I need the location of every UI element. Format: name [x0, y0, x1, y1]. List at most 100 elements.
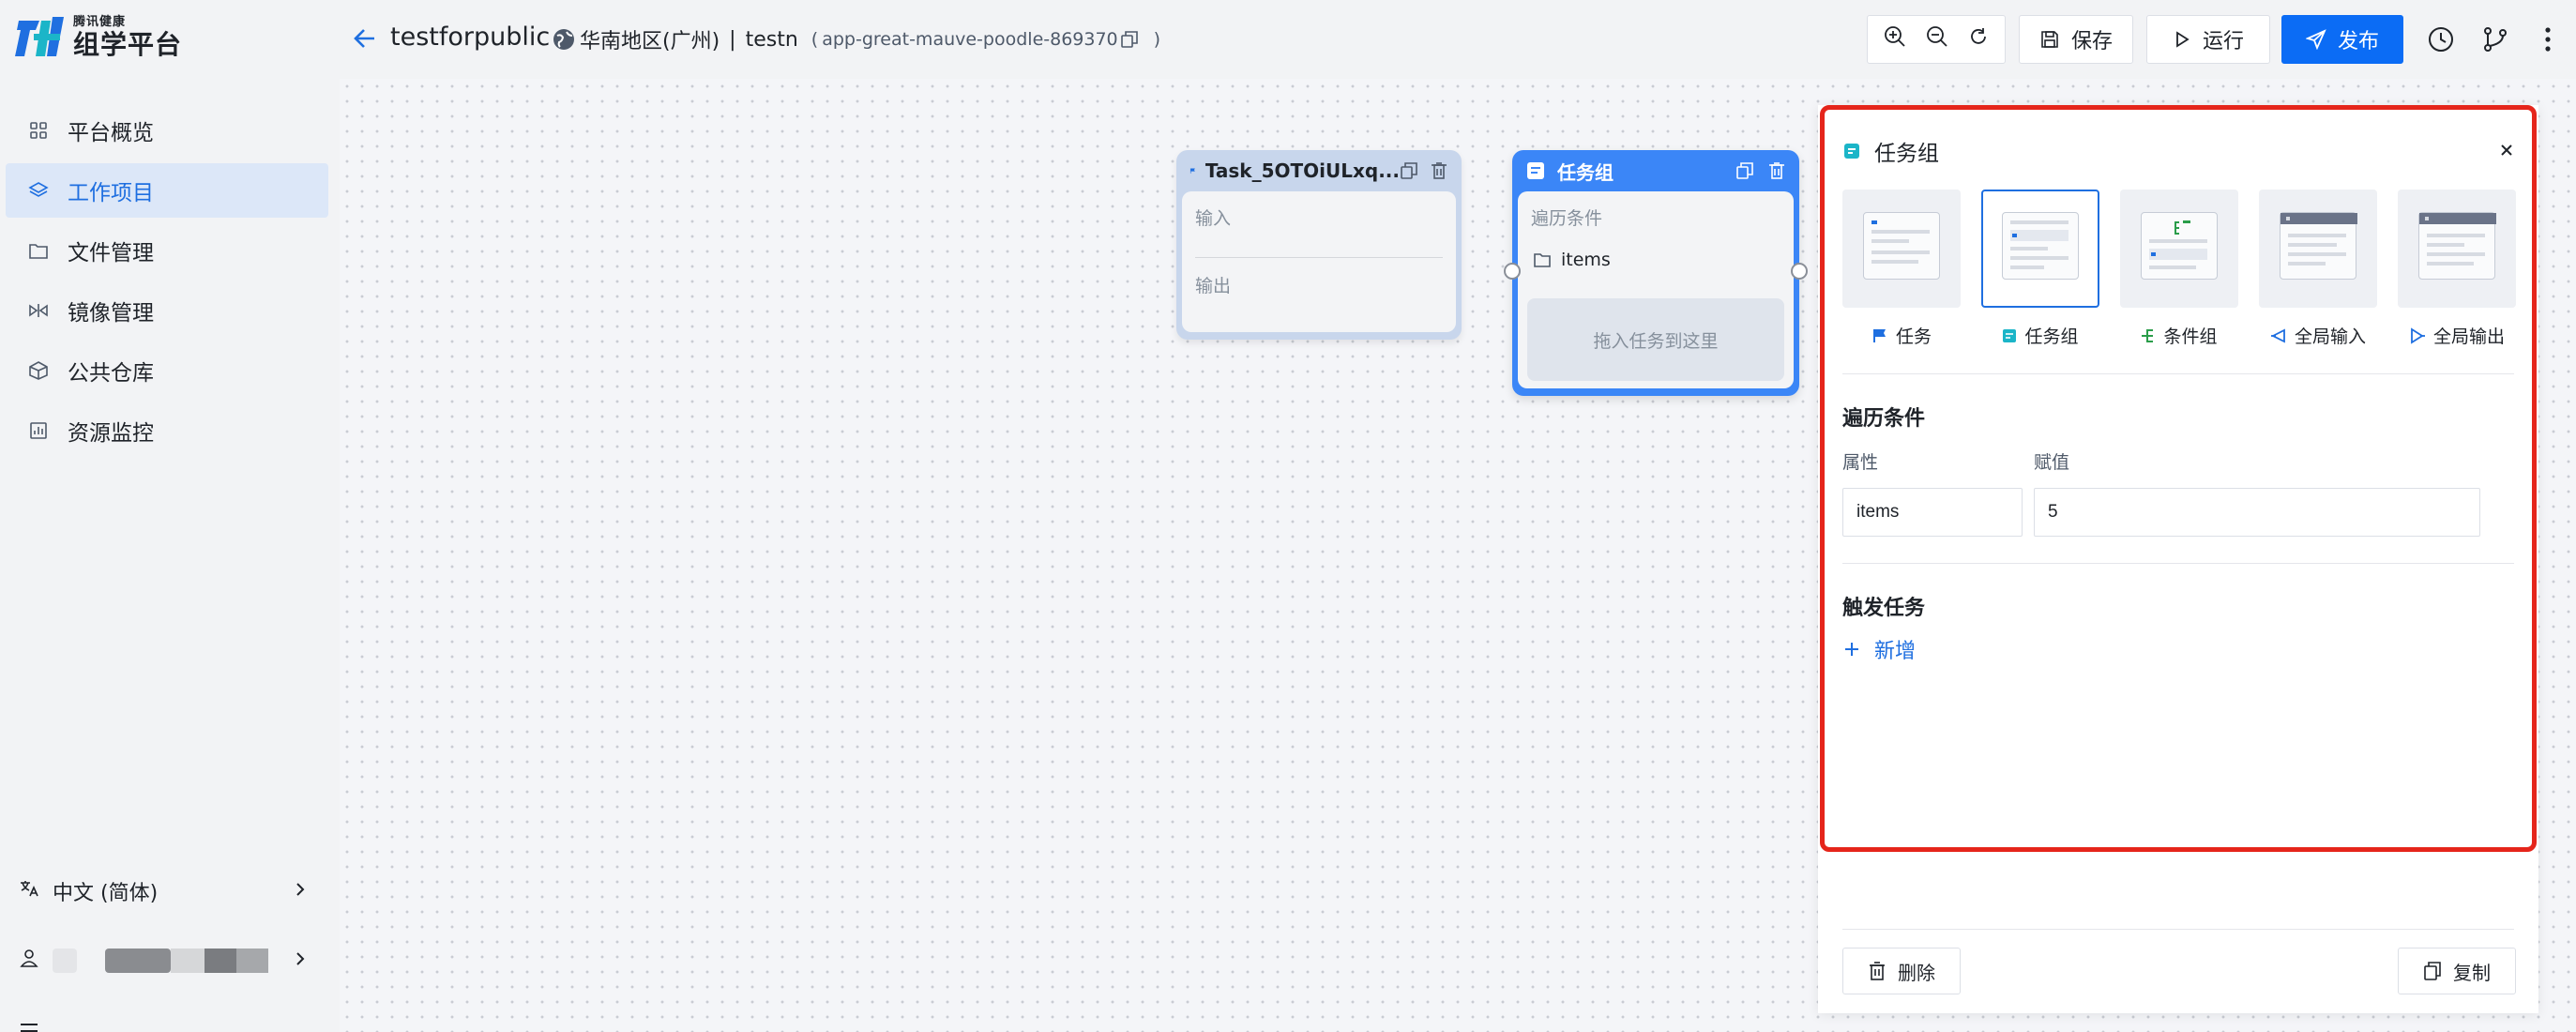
sidebar-nav: 平台概览 工作项目 文件管理 镜像管理 公共仓库 资源监控	[6, 103, 328, 463]
type-label-text: 任务	[1895, 326, 1932, 347]
project-title: testforpublic	[390, 23, 551, 52]
type-card-task[interactable]	[1842, 190, 1961, 308]
global-input-icon	[2270, 328, 2285, 342]
sidebar-item-images[interactable]: 镜像管理	[6, 283, 328, 338]
delete-button[interactable]: 删除	[1842, 948, 1961, 994]
cube-icon	[28, 360, 49, 381]
chevron-right-icon	[295, 880, 306, 903]
task-node-header: Task_5OTOiULxq...	[1176, 150, 1462, 191]
send-icon	[2305, 29, 2326, 50]
sidebar-item-monitor[interactable]: 资源监控	[6, 403, 328, 458]
sidebar-item-projects[interactable]: 工作项目	[6, 163, 328, 218]
type-card-group[interactable]	[1981, 190, 2099, 308]
publish-button[interactable]: 发布	[2281, 15, 2403, 64]
folder-icon	[1534, 253, 1551, 267]
type-thumbnail	[2141, 212, 2218, 280]
global-output-icon	[2411, 326, 2425, 344]
run-button[interactable]: 运行	[2146, 15, 2270, 64]
add-trigger-button[interactable]: 新增	[1842, 634, 1916, 664]
group-icon	[1527, 162, 1544, 179]
copy-label: 复制	[2453, 961, 2491, 984]
copy-icon[interactable]	[1735, 161, 1754, 180]
sidebar-item-repository[interactable]: 公共仓库	[6, 343, 328, 398]
task-node-output-label: 输出	[1195, 276, 1232, 296]
type-label-global-input[interactable]: 全局输入	[2248, 323, 2388, 348]
sidebar-item-label: 公共仓库	[68, 361, 154, 386]
close-icon[interactable]	[2499, 137, 2514, 163]
delete-label: 删除	[1898, 961, 1935, 984]
app-id-open: (	[811, 29, 819, 50]
play-icon	[2176, 31, 2190, 48]
attr-input[interactable]	[1842, 488, 2023, 537]
type-card-global-input[interactable]	[2259, 190, 2377, 308]
trigger-section-title: 触发任务	[1842, 597, 1926, 620]
save-label: 保存	[2070, 30, 2113, 53]
group-condition-item[interactable]: items	[1533, 250, 1611, 270]
trash-icon[interactable]	[1767, 161, 1786, 180]
user-name-redacted	[205, 949, 236, 973]
type-card-global-output[interactable]	[2398, 190, 2516, 308]
type-label-text: 条件组	[2163, 326, 2218, 347]
task-group-node-title: 任务组	[1557, 160, 1614, 184]
sidebar-item-overview[interactable]: 平台概览	[6, 103, 328, 158]
sidebar-item-files[interactable]: 文件管理	[6, 223, 328, 278]
globe-icon	[552, 27, 576, 52]
copy-icon	[2424, 962, 2441, 980]
branch-icon	[2142, 328, 2154, 342]
zoom-out-icon[interactable]	[1925, 24, 1949, 54]
divider	[1842, 929, 2514, 930]
group-icon	[2003, 328, 2017, 342]
history-icon[interactable]	[2426, 24, 2456, 54]
value-input[interactable]	[2034, 488, 2480, 537]
user-name-redacted	[236, 949, 268, 973]
user-menu[interactable]	[19, 942, 306, 979]
panel-title-text: 任务组	[1874, 142, 1939, 166]
logo[interactable]: 腾讯健康 组学平台	[15, 13, 182, 60]
flag-icon	[1190, 168, 1195, 174]
sidebar-item-label: 镜像管理	[68, 301, 154, 326]
save-button[interactable]: 保存	[2019, 15, 2133, 64]
copy-button[interactable]: 复制	[2398, 948, 2516, 994]
type-thumbnail	[2418, 212, 2496, 280]
publish-label: 发布	[2337, 30, 2379, 53]
drop-zone[interactable]: 拖入任务到这里	[1527, 298, 1784, 381]
task-group-node-header: 任务组	[1512, 150, 1799, 191]
version-branch-icon[interactable]	[2480, 24, 2510, 54]
zoom-in-icon[interactable]	[1883, 24, 1907, 54]
refresh-icon[interactable]	[1967, 25, 1990, 53]
user-name-redacted	[105, 949, 171, 973]
logo-subtitle: 腾讯健康	[73, 14, 127, 29]
input-port[interactable]	[1504, 263, 1521, 280]
type-thumbnail	[2002, 212, 2079, 280]
language-switcher[interactable]: 中文 (简体)	[19, 873, 306, 910]
divider	[1842, 563, 2514, 564]
task-group-node[interactable]: 任务组 遍历条件 items 拖入任务到这里	[1512, 150, 1799, 396]
type-label-condition[interactable]: 条件组	[2109, 323, 2250, 348]
collapse-menu-icon[interactable]	[19, 1017, 39, 1032]
copy-icon[interactable]	[1400, 161, 1418, 180]
divider	[1195, 257, 1443, 258]
type-label-task[interactable]: 任务	[1831, 323, 1972, 348]
task-node-input-label: 输入	[1195, 208, 1232, 229]
mirror-icon	[28, 300, 49, 321]
trash-icon[interactable]	[1430, 161, 1448, 180]
type-label-text: 任务组	[2024, 326, 2079, 347]
type-card-condition[interactable]	[2120, 190, 2238, 308]
type-label-group[interactable]: 任务组	[1970, 323, 2111, 348]
chevron-right-icon	[295, 949, 306, 973]
logo-title: 组学平台	[73, 28, 183, 60]
grid-icon	[28, 120, 49, 141]
more-vertical-icon[interactable]	[2533, 24, 2563, 54]
type-label-global-output[interactable]: 全局输出	[2387, 323, 2527, 348]
back-arrow-icon[interactable]	[351, 24, 379, 53]
task-node-body: 输入 输出	[1182, 191, 1456, 332]
copy-icon[interactable]	[1120, 30, 1139, 49]
app-id-close: )	[1153, 29, 1161, 50]
panel-title: 任务组	[1842, 135, 1939, 167]
output-port[interactable]	[1791, 263, 1808, 280]
drop-zone-hint: 拖入任务到这里	[1593, 330, 1719, 352]
attr-label: 属性	[1842, 452, 1879, 473]
task-node[interactable]: Task_5OTOiULxq... 输入 输出	[1176, 150, 1462, 340]
run-label: 运行	[2202, 30, 2244, 53]
save-icon	[2041, 31, 2058, 48]
